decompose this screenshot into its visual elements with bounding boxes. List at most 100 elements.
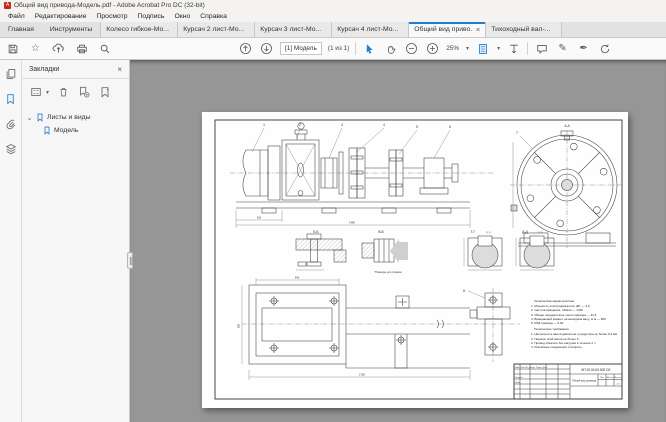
share-cloud-icon[interactable]	[51, 41, 66, 56]
layers-icon[interactable]	[4, 142, 18, 156]
bookmark-options-icon[interactable]	[29, 85, 43, 99]
bookmarks-panel-title: Закладки	[29, 66, 59, 73]
detail-section-1: Б-Б	[296, 230, 346, 270]
highlight-bookmark-icon[interactable]	[98, 85, 112, 99]
zoom-caret-icon[interactable]: ▾	[466, 45, 469, 52]
zoom-level-value[interactable]: 25%	[446, 45, 459, 52]
tab-doc-tihohodny-val[interactable]: Тихоходный вал-...	[485, 22, 562, 37]
page-display-caret-icon[interactable]: ▾	[497, 45, 500, 52]
tab-doc-koleso[interactable]: Колесо гибкое-Мо...	[100, 22, 177, 37]
acrobat-window: Общий вид привода-Модель.pdf - Adobe Acr…	[0, 0, 666, 422]
drawing-frame	[215, 120, 622, 399]
attachments-paperclip-icon[interactable]	[4, 117, 18, 131]
zoom-in-icon[interactable]	[425, 41, 440, 56]
svg-text:4: 4	[383, 123, 385, 127]
svg-text:8: 8	[463, 289, 465, 293]
svg-text:(2:1): (2:1)	[538, 232, 543, 234]
search-icon[interactable]	[97, 41, 112, 56]
main-assembly-view: 1 2 3 4 5 6 1480 620	[230, 123, 494, 228]
page-display-icon[interactable]	[475, 41, 490, 56]
hand-tool-icon[interactable]	[383, 41, 398, 56]
svg-text:Общий вид привода: Общий вид привода	[572, 379, 597, 383]
tab-close-icon[interactable]: ×	[476, 25, 480, 34]
notes-header: Техническая характеристика	[534, 299, 621, 303]
toolbar-separator	[355, 42, 356, 55]
technical-drawing: 1 2 3 4 5 6 1480 620	[202, 112, 628, 408]
menu-help[interactable]: Справка	[195, 13, 232, 20]
svg-text:2: 2	[299, 123, 301, 127]
page-number-field[interactable]: [1] Модель	[280, 42, 322, 55]
detail-section-3: Г-Г (2:1)	[464, 230, 502, 270]
tab-home[interactable]: Главная	[0, 22, 42, 37]
acrobat-logo-icon	[4, 2, 11, 9]
menu-bar: Файл Редактирование Просмотр Подпись Окн…	[0, 11, 666, 22]
print-icon[interactable]	[74, 41, 89, 56]
pdf-page: 1 2 3 4 5 6 1480 620	[202, 112, 628, 408]
svg-text:Масса: Масса	[607, 377, 614, 379]
menu-file[interactable]: Файл	[3, 13, 30, 20]
svg-text:А-А: А-А	[564, 124, 570, 128]
panel-close-icon[interactable]: ×	[117, 65, 122, 74]
svg-text:1:4: 1:4	[616, 384, 620, 386]
tab-doc-kursach2[interactable]: Курсач 2 лист-Мо...	[177, 22, 254, 37]
fit-width-icon[interactable]	[506, 41, 521, 56]
svg-text:Масшт.: Масшт.	[614, 377, 622, 379]
toolbar-separator	[527, 42, 528, 55]
svg-text:6: 6	[449, 125, 451, 129]
svg-text:Б-Б: Б-Б	[313, 230, 318, 234]
title-block: КП 02.00.00.000 СБ Общий вид привода Лит…	[514, 364, 622, 399]
title-bar: Общий вид привода-Модель.pdf - Adobe Acr…	[0, 0, 666, 11]
svg-text:Г-Г: Г-Г	[471, 230, 476, 234]
document-view-area[interactable]: 1 2 3 4 5 6 1480 620	[130, 60, 666, 422]
sign-pen-icon[interactable]: ✒	[576, 41, 591, 56]
svg-text:1480: 1480	[349, 221, 355, 225]
edit-pencil-icon[interactable]: ✎	[555, 41, 570, 56]
svg-text:7: 7	[516, 131, 518, 135]
window-title: Общий вид привода-Модель.pdf - Adobe Acr…	[14, 2, 205, 9]
menu-sign[interactable]: Подпись	[133, 13, 170, 20]
stamp-tools-icon[interactable]	[597, 41, 612, 56]
menu-view[interactable]: Просмотр	[92, 13, 133, 20]
next-page-icon[interactable]	[259, 41, 274, 56]
chevron-down-icon[interactable]: ⌄	[26, 114, 33, 122]
tab-bar: Главная Инструменты Колесо гибкое-Мо... …	[0, 22, 666, 38]
detail-section-4: Д-Д (2:1)	[516, 230, 554, 270]
tab-doc-kursach3[interactable]: Курсач 3 лист-Мо...	[254, 22, 331, 37]
page-thumbnails-icon[interactable]	[4, 67, 18, 81]
frame-plan-view: 8 640 580 1760	[237, 276, 521, 381]
favorites-star-icon[interactable]: ☆	[28, 41, 43, 56]
bookmark-item-model[interactable]: Модель	[26, 124, 125, 137]
menu-window[interactable]: Окно	[169, 13, 195, 20]
menu-edit[interactable]: Редактирование	[30, 13, 92, 20]
page-count-label: (1 из 1)	[328, 45, 349, 52]
bookmark-item-sheets[interactable]: ⌄ Листы и виды	[26, 111, 125, 124]
bookmarks-panel: Закладки × ▾ ⌄	[22, 60, 130, 422]
svg-text:Лит.: Лит.	[600, 377, 604, 379]
tab-tools[interactable]: Инструменты	[42, 22, 100, 37]
save-icon[interactable]	[5, 41, 20, 56]
tab-doc-obshiy-vid-active[interactable]: Общий вид приво... ×	[408, 22, 485, 37]
bookmark-icon	[43, 126, 51, 135]
delete-bookmark-trash-icon[interactable]	[56, 85, 70, 99]
new-bookmark-icon[interactable]	[77, 85, 91, 99]
previous-page-icon[interactable]	[238, 41, 253, 56]
panel-resize-grip[interactable]	[127, 252, 133, 269]
select-tool-icon[interactable]	[362, 41, 377, 56]
svg-text:1760: 1760	[359, 373, 365, 377]
notes-header: Технические требования	[534, 327, 621, 331]
zoom-out-icon[interactable]	[404, 41, 419, 56]
comment-icon[interactable]	[534, 41, 549, 56]
svg-text:640: 640	[295, 276, 300, 280]
svg-text:Разраб.: Разраб.	[515, 377, 523, 379]
bookmarks-tree: ⌄ Листы и виды Модель	[22, 105, 129, 143]
technical-notes: Техническая характеристика 1. Мощность э…	[528, 297, 621, 349]
svg-text:Д-Д: Д-Д	[522, 230, 528, 234]
svg-text:3: 3	[341, 123, 343, 127]
navigation-icon-strip	[0, 60, 22, 422]
tab-doc-kursach4[interactable]: Курсач 4 лист-Мо...	[331, 22, 408, 37]
bookmark-label: Модель	[54, 127, 78, 134]
bookmarks-panel-icon[interactable]	[4, 92, 18, 106]
detail-section-2: В-В *Размеры для справок	[362, 230, 408, 274]
bookmark-options-caret-icon[interactable]: ▾	[46, 89, 49, 96]
main-toolbar: ☆ [1] Модель (1 из 1)	[0, 38, 666, 60]
